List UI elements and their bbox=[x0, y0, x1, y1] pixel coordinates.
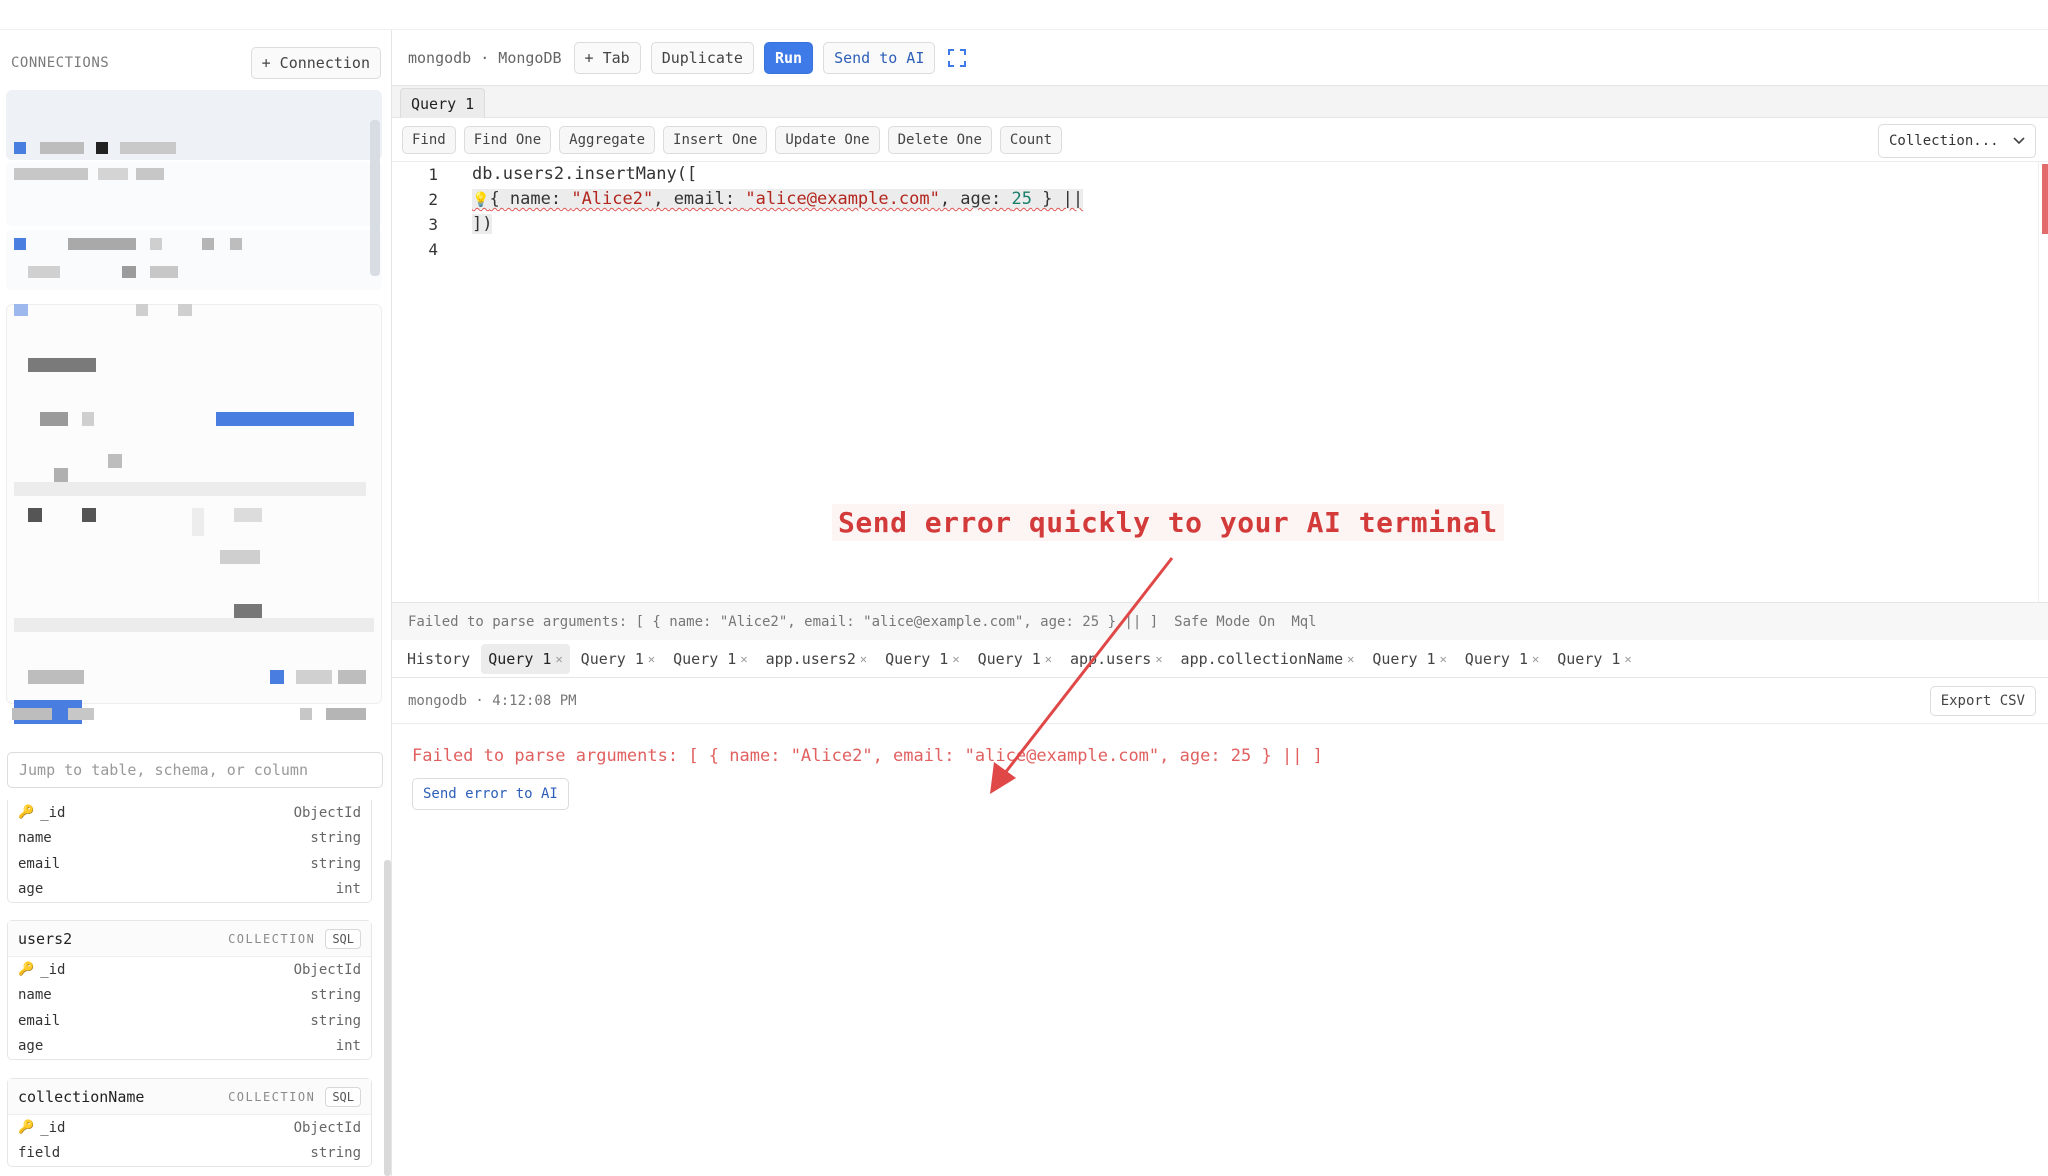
code-line-3: ]) bbox=[472, 214, 493, 234]
send-error-to-ai-button[interactable]: Send error to AI bbox=[412, 778, 569, 810]
field-row[interactable]: age int bbox=[8, 877, 371, 903]
language-mode: Mql bbox=[1291, 613, 1317, 630]
lightbulb-icon[interactable]: 💡 bbox=[472, 192, 489, 208]
field-row[interactable]: name string bbox=[8, 826, 371, 852]
connections-header: CONNECTIONS + Connection bbox=[11, 46, 381, 80]
collection-header[interactable]: collectionName COLLECTION SQL bbox=[8, 1079, 371, 1115]
status-bar: Failed to parse arguments: [ { name: "Al… bbox=[392, 602, 2048, 640]
result-tab[interactable]: Query 1 ✕ bbox=[878, 644, 966, 674]
find-one-button[interactable]: Find One bbox=[463, 125, 552, 154]
field-row[interactable]: email string bbox=[8, 1008, 371, 1034]
operation-bar: Find Find One Aggregate Insert One Updat… bbox=[392, 118, 2048, 162]
field-row[interactable]: field string bbox=[8, 1141, 371, 1167]
key-icon: 🔑 bbox=[18, 962, 35, 978]
close-icon[interactable]: ✕ bbox=[648, 652, 655, 666]
editor-scrollbar[interactable] bbox=[2038, 162, 2048, 602]
line-number: 1 bbox=[428, 165, 438, 184]
collection-name: users2 bbox=[18, 929, 73, 948]
error-marker bbox=[2042, 164, 2048, 234]
close-icon[interactable]: ✕ bbox=[860, 652, 867, 666]
add-connection-button[interactable]: + Connection bbox=[250, 47, 381, 79]
line-number-gutter: 1 2 3 4 bbox=[392, 162, 452, 262]
fullscreen-icon[interactable] bbox=[945, 46, 969, 70]
result-tab[interactable]: Query 1 ✕ bbox=[666, 644, 754, 674]
add-tab-button[interactable]: + Tab bbox=[573, 41, 641, 74]
tab-query-1[interactable]: Query 1 bbox=[400, 88, 486, 118]
chevron-down-icon bbox=[2013, 133, 2025, 149]
result-header: mongodb · 4:12:08 PM Export CSV bbox=[392, 678, 2048, 724]
code-line-2: 💡{ name: "Alice2", email: "alice@example… bbox=[472, 189, 1084, 209]
collection-card[interactable]: 🔑 _id ObjectId name string email string a… bbox=[7, 800, 372, 903]
collection-name: collectionName bbox=[18, 1087, 145, 1106]
code-line-1: db.users2.insertMany([ bbox=[472, 164, 698, 184]
annotation-arrow bbox=[990, 557, 1174, 794]
close-icon[interactable]: ✕ bbox=[740, 652, 747, 666]
result-tab[interactable]: app.users2 ✕ bbox=[759, 644, 875, 674]
result-tab[interactable]: Query 1 ✕ bbox=[574, 644, 662, 674]
close-icon[interactable]: ✕ bbox=[555, 652, 562, 666]
aggregate-button[interactable]: Aggregate bbox=[559, 125, 656, 154]
key-icon: 🔑 bbox=[18, 1120, 35, 1136]
result-meta: mongodb · 4:12:08 PM bbox=[408, 692, 577, 709]
main-panel: mongodb · MongoDB + Tab Duplicate Run Se… bbox=[392, 30, 2048, 1176]
window-top-bar bbox=[0, 0, 2048, 30]
field-row[interactable]: name string bbox=[8, 983, 371, 1009]
close-icon[interactable]: ✕ bbox=[1347, 652, 1354, 666]
count-button[interactable]: Count bbox=[999, 125, 1063, 154]
line-number: 4 bbox=[428, 240, 438, 259]
connection-item[interactable] bbox=[6, 230, 382, 290]
close-icon[interactable]: ✕ bbox=[1624, 652, 1631, 666]
field-row[interactable]: email string bbox=[8, 851, 371, 877]
duplicate-button[interactable]: Duplicate bbox=[650, 41, 754, 74]
result-tab-bar: History Query 1 ✕ Query 1 ✕ Query 1 ✕ app.u… bbox=[392, 640, 2048, 678]
annotation-label: Send error quickly to your AI terminal bbox=[832, 504, 1504, 541]
delete-one-button[interactable]: Delete One bbox=[887, 125, 992, 154]
editor-tab-bar: Query 1 bbox=[392, 86, 2048, 118]
close-icon[interactable]: ✕ bbox=[952, 652, 959, 666]
result-tab[interactable]: Query 1 ✕ bbox=[1365, 644, 1453, 674]
code-editor[interactable]: 1 2 3 4 db.users2.insertMany([ 💡{ name: … bbox=[392, 162, 2048, 602]
insert-one-button[interactable]: Insert One bbox=[663, 125, 768, 154]
key-icon: 🔑 bbox=[18, 805, 35, 821]
sql-button[interactable]: SQL bbox=[325, 928, 361, 949]
result-tab[interactable]: app.collectionName ✕ bbox=[1174, 644, 1362, 674]
send-to-ai-button[interactable]: Send to AI bbox=[823, 41, 936, 74]
export-csv-button[interactable]: Export CSV bbox=[1929, 685, 2036, 716]
line-number: 3 bbox=[428, 215, 438, 234]
search-placeholder: Jump to table, schema, or column bbox=[19, 761, 308, 779]
query-toolbar: mongodb · MongoDB + Tab Duplicate Run Se… bbox=[392, 30, 2048, 86]
update-one-button[interactable]: Update One bbox=[775, 125, 880, 154]
sql-button[interactable]: SQL bbox=[325, 1086, 361, 1107]
connection-item[interactable] bbox=[10, 706, 380, 722]
connections-title: CONNECTIONS bbox=[11, 55, 110, 71]
sidebar: CONNECTIONS + Connection Jump to table, … bbox=[0, 30, 392, 1176]
connection-list[interactable] bbox=[6, 90, 382, 724]
result-tab[interactable]: Query 1 ✕ bbox=[1550, 644, 1638, 674]
code-content[interactable]: db.users2.insertMany([ 💡{ name: "Alice2"… bbox=[472, 162, 1084, 262]
run-button[interactable]: Run bbox=[763, 41, 814, 74]
result-tab[interactable]: Query 1 ✕ bbox=[1458, 644, 1546, 674]
line-number: 2 bbox=[428, 190, 438, 209]
result-tab-history[interactable]: History bbox=[400, 644, 477, 674]
schema-search-input[interactable]: Jump to table, schema, or column bbox=[7, 752, 383, 788]
collection-type-label: COLLECTION bbox=[228, 931, 316, 946]
field-row[interactable]: 🔑 _id ObjectId bbox=[8, 957, 371, 983]
find-button[interactable]: Find bbox=[402, 125, 456, 154]
schema-scrollbar[interactable] bbox=[384, 860, 391, 1176]
result-tab[interactable]: Query 1 ✕ bbox=[481, 643, 570, 674]
connection-label: mongodb · MongoDB bbox=[408, 48, 562, 67]
collection-card-users2[interactable]: users2 COLLECTION SQL 🔑 _id ObjectId name… bbox=[7, 920, 372, 1060]
collection-card-collectionname[interactable]: collectionName COLLECTION SQL 🔑 _id Objec… bbox=[7, 1078, 372, 1167]
collection-header[interactable]: users2 COLLECTION SQL bbox=[8, 921, 371, 957]
field-row[interactable]: 🔑 _id ObjectId bbox=[8, 1115, 371, 1141]
collection-select[interactable]: Collection... bbox=[1878, 124, 2036, 158]
sidebar-scrollbar[interactable] bbox=[370, 120, 380, 276]
field-row[interactable]: age int bbox=[8, 1034, 371, 1060]
collection-type-label: COLLECTION bbox=[228, 1089, 316, 1104]
close-icon[interactable]: ✕ bbox=[1440, 652, 1447, 666]
field-row[interactable]: 🔑 _id ObjectId bbox=[8, 800, 371, 826]
close-icon[interactable]: ✕ bbox=[1532, 652, 1539, 666]
